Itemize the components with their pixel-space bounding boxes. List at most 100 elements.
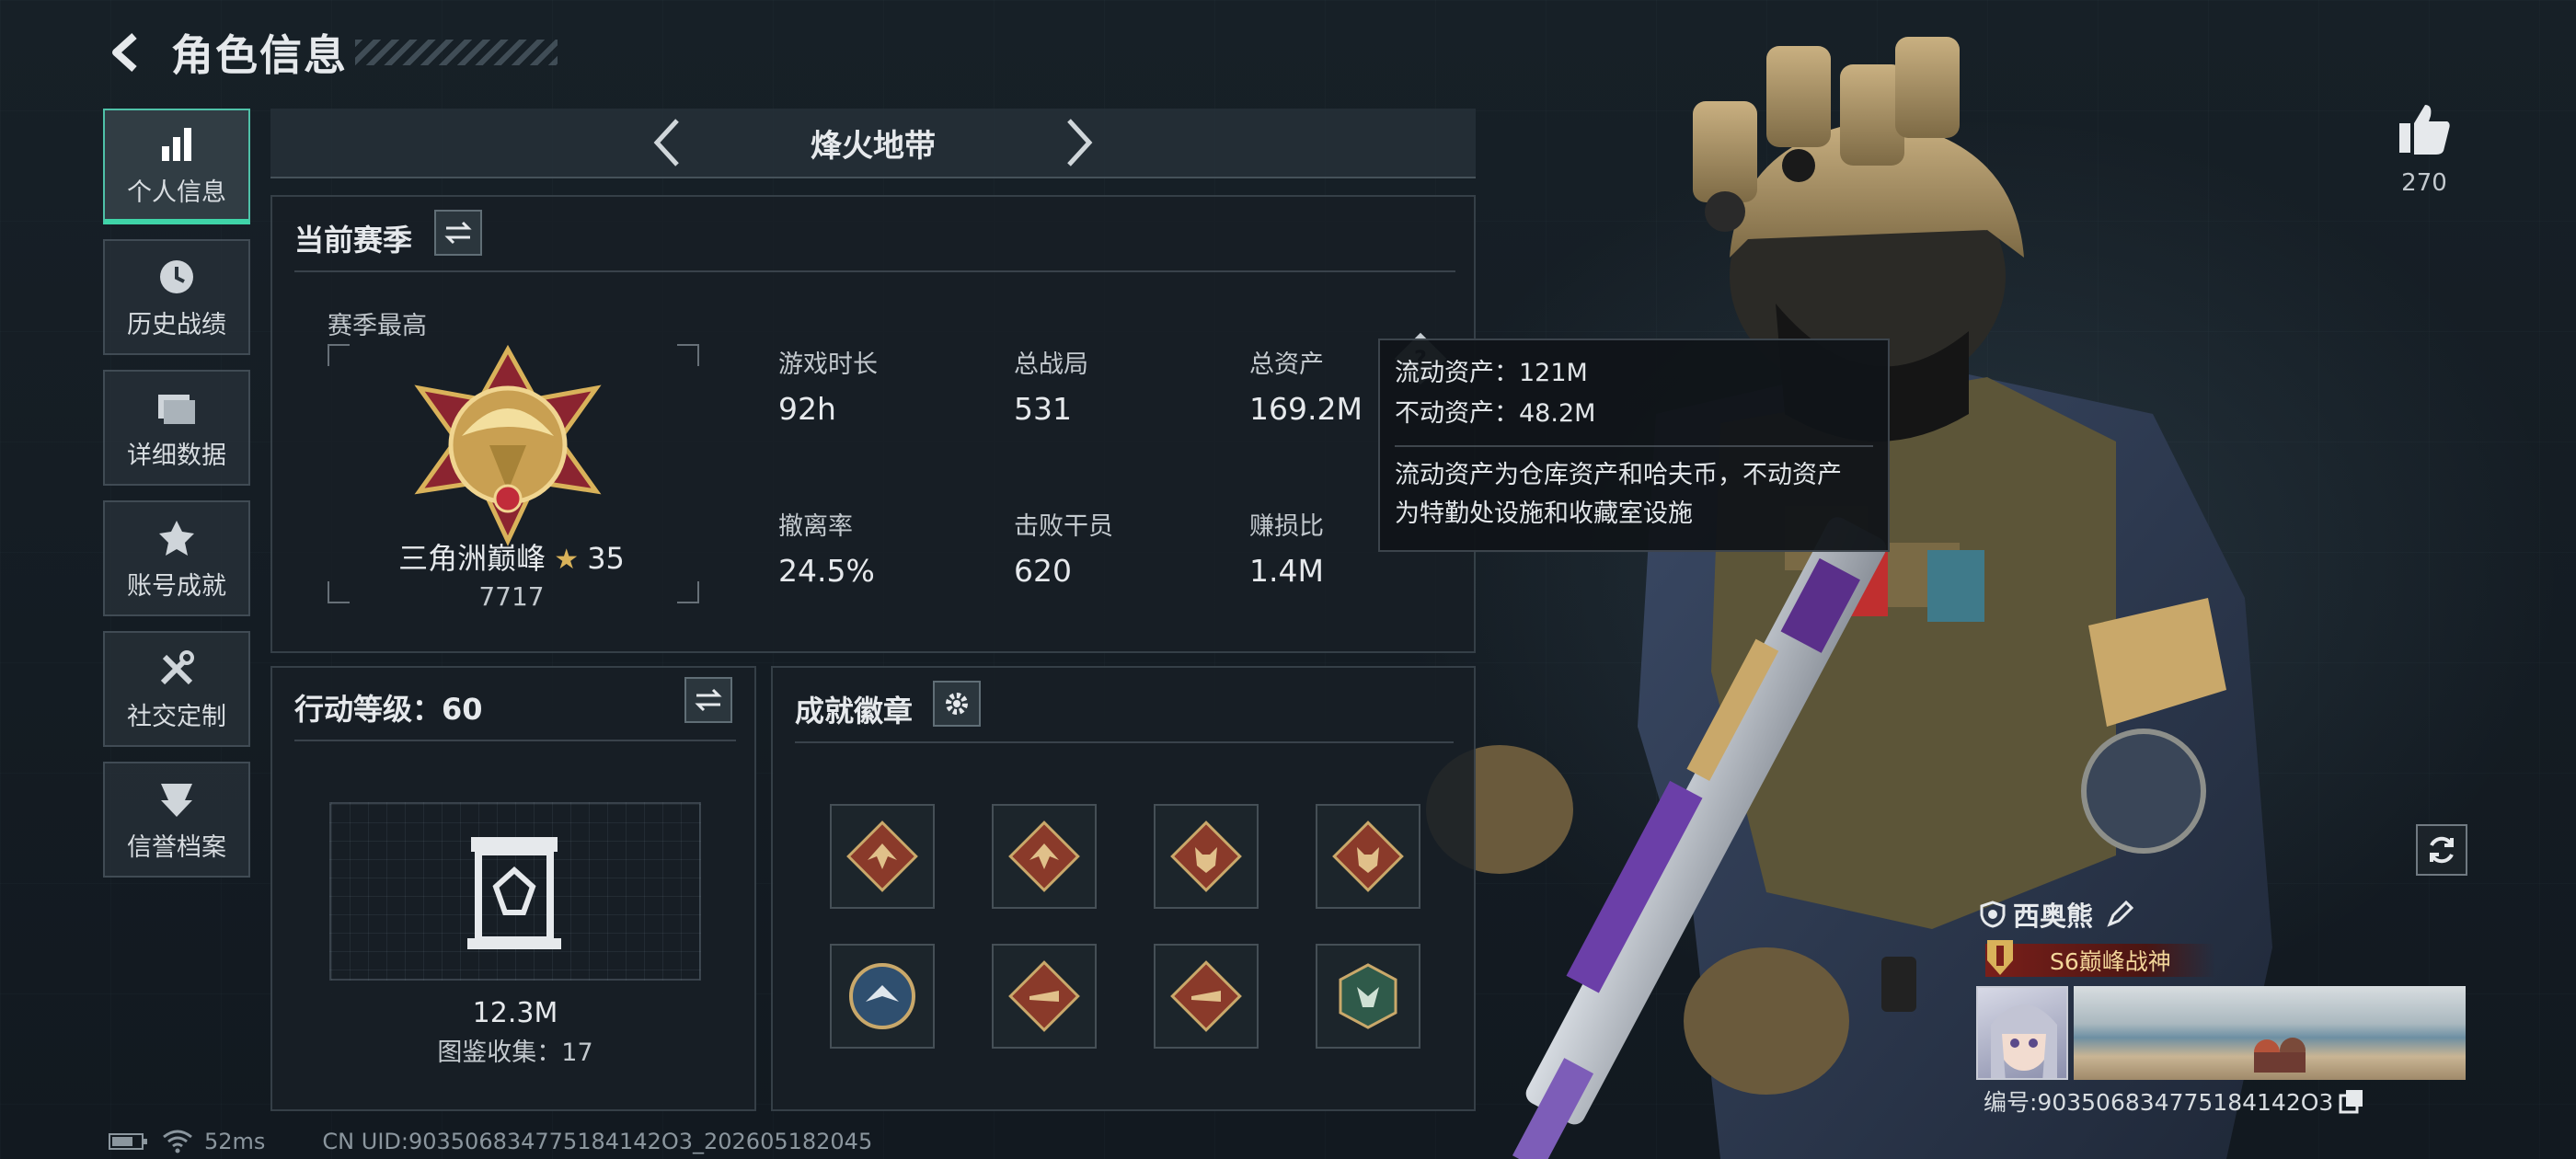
nav-item-achievements[interactable]: 账号成就 [103, 500, 250, 616]
page-title: 角色信息 [171, 30, 348, 80]
tooltip-liquid-assets: 流动资产：121M [1395, 359, 1588, 387]
title-badge-text: S6巅峰战神 [2050, 948, 2171, 975]
badge-slot[interactable] [830, 944, 935, 1049]
uid-text: CN UID:903506834775184142O3_202605182045 [322, 1129, 873, 1154]
player-id-row: 编号:903506834775184142O3 [1984, 1085, 2364, 1117]
tooltip-desc-line: 为特勤处设施和收藏室设施 [1395, 499, 1693, 528]
badges-title: 成就徽章 [795, 694, 914, 729]
tools-icon [155, 647, 199, 691]
chevron-right-icon [1067, 119, 1093, 166]
divider [294, 740, 736, 741]
back-button[interactable] [101, 27, 153, 78]
player-id: 编号:903506834775184142O3 [1984, 1089, 2334, 1116]
frame-corner [328, 344, 350, 366]
player-name: 西奥熊 [2013, 901, 2094, 932]
stat-value: 24.5% [778, 553, 875, 589]
folder-icon [155, 385, 199, 430]
credit-shield-icon [155, 777, 199, 821]
badges-settings-button[interactable] [933, 681, 981, 727]
stat-value: 531 [1014, 391, 1072, 427]
croc-badge-icon [1008, 960, 1080, 1032]
badge-slot[interactable] [1316, 944, 1420, 1049]
history-clock-icon [155, 255, 199, 299]
stat-profit-ratio: 赚损比 1.4M [1249, 506, 1324, 589]
refresh-icon [2430, 836, 2454, 864]
rank-stars: 35 [587, 541, 625, 576]
badge-slot[interactable] [992, 804, 1097, 909]
stat-total-assets: 总资产 169.2M [1249, 344, 1363, 427]
collection-case-icon [467, 837, 561, 949]
side-nav: 个人信息 历史战绩 详细数据 账号成就 社交定制 信誉档案 [103, 109, 250, 892]
action-level-panel: 行动等级：60 12.3M 图鉴收集：17 [270, 666, 756, 1111]
nav-item-history[interactable]: 历史战绩 [103, 239, 250, 355]
badge-slot[interactable] [830, 804, 935, 909]
edit-pencil-icon[interactable] [2106, 901, 2134, 928]
stat-value: 1.4M [1249, 553, 1324, 589]
wolf-badge-icon [1170, 820, 1242, 892]
battery-icon [109, 1133, 147, 1150]
like-button[interactable] [2392, 101, 2456, 160]
badge-slot[interactable] [1154, 804, 1259, 909]
nav-item-social[interactable]: 社交定制 [103, 631, 250, 747]
rank-name: 三角洲巅峰 [398, 541, 546, 576]
shield-icon [1980, 901, 2006, 928]
player-name-row: 西奥熊 [1980, 896, 2134, 933]
season-title: 当前赛季 [294, 223, 413, 258]
mode-next-button[interactable] [1057, 115, 1103, 170]
season-best-label: 赛季最高 [328, 312, 427, 340]
latency-text: 52ms [204, 1129, 266, 1154]
nav-label: 个人信息 [127, 178, 226, 207]
tooltip-description: 流动资产为仓库资产和哈夫币，不动资产 为特勤处设施和收藏室设施 [1395, 445, 1873, 534]
stat-matches: 总战局 531 [1014, 344, 1088, 427]
stat-label: 赚损比 [1249, 512, 1324, 541]
refresh-button[interactable] [2416, 824, 2467, 876]
eagle-badge-icon [849, 963, 915, 1029]
player-banner[interactable] [2074, 986, 2466, 1080]
nav-label: 账号成就 [127, 571, 226, 601]
banner-scene [2254, 1038, 2306, 1073]
nav-item-details[interactable]: 详细数据 [103, 370, 250, 486]
dragon-badge-icon [846, 820, 918, 892]
badge-slot[interactable] [992, 944, 1097, 1049]
nav-label: 详细数据 [127, 441, 226, 470]
rank-title-icon [1987, 940, 2013, 975]
season-panel: 当前赛季 赛季最高 三角洲巅峰 ★ 35 7717 游戏时长 92h 总战局 5… [270, 195, 1476, 653]
collection-count: 图鉴收集：17 [437, 1039, 593, 1067]
title-badge: S6巅峰战神 [1985, 940, 2215, 977]
stat-value: 92h [778, 391, 836, 427]
badge-slot[interactable] [1154, 944, 1259, 1049]
thumbs-up-icon [2399, 105, 2450, 155]
achievement-icon [155, 516, 199, 560]
nav-item-credit[interactable]: 信誉档案 [103, 762, 250, 878]
season-switch-button[interactable] [434, 210, 482, 256]
wifi-icon [163, 1130, 192, 1153]
stat-label: 撤离率 [778, 512, 853, 541]
header: 角色信息 [101, 20, 558, 85]
avatar-portrait [1991, 1004, 2057, 1078]
frame-corner [677, 344, 699, 366]
dragon-badge-icon [1008, 820, 1080, 892]
badge-slot[interactable] [1316, 804, 1420, 909]
stat-label: 游戏时长 [778, 350, 878, 379]
bar-chart-icon [155, 122, 199, 166]
stat-extract-rate: 撤离率 24.5% [778, 506, 875, 589]
rank-emblem-icon [414, 344, 602, 546]
copy-icon[interactable] [2339, 1088, 2364, 1114]
nav-item-personal-info[interactable]: 个人信息 [103, 109, 250, 224]
mode-switcher: 烽火地带 [270, 109, 1476, 178]
rank-score: 7717 [478, 581, 545, 612]
stat-label: 总战局 [1014, 350, 1088, 379]
collection-value: 12.3M [472, 997, 558, 1029]
stat-label: 击败干员 [1014, 512, 1113, 541]
star-icon: ★ [554, 544, 580, 576]
stat-playtime: 游戏时长 92h [778, 344, 878, 427]
mode-prev-button[interactable] [643, 115, 689, 170]
action-switch-button[interactable] [684, 677, 732, 723]
stat-value: 169.2M [1249, 391, 1363, 427]
nav-label: 信誉档案 [127, 832, 226, 862]
chevron-left-icon [653, 119, 679, 166]
action-level-title: 行动等级：60 [294, 692, 483, 727]
tooltip-fixed-assets: 不动资产：48.2M [1395, 399, 1596, 428]
swap-icon [695, 688, 722, 712]
player-avatar[interactable] [1976, 986, 2068, 1080]
